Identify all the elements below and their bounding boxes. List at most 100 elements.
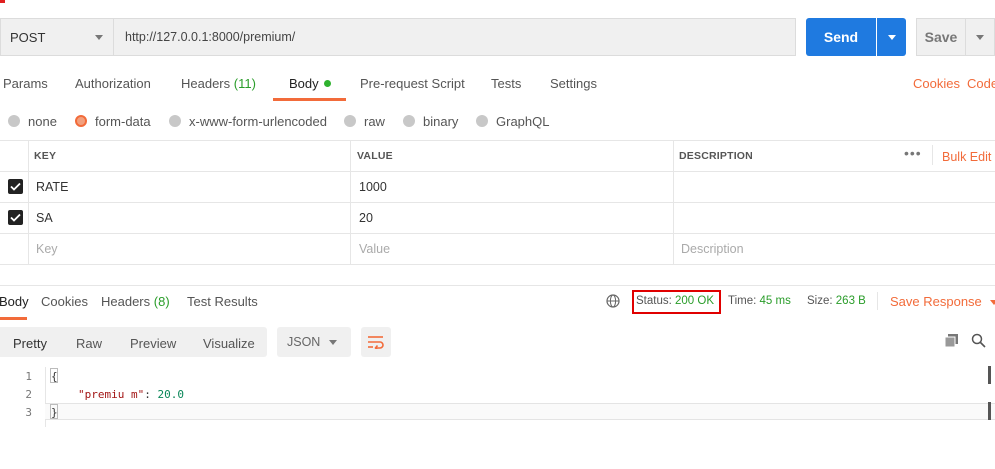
- method-select[interactable]: POST: [0, 18, 113, 56]
- view-visualize-button[interactable]: Visualize: [203, 336, 255, 351]
- url-text: http://127.0.0.1:8000/premium/: [125, 30, 296, 44]
- active-line-highlight: [45, 403, 995, 420]
- new-key-input[interactable]: Key: [36, 242, 58, 256]
- radio-binary[interactable]: binary: [403, 113, 458, 129]
- status-label: Status:: [636, 295, 672, 307]
- tab-tests[interactable]: Tests: [491, 76, 521, 91]
- method-label: POST: [10, 29, 46, 45]
- table-row-divider: [0, 202, 995, 203]
- radio-graphql[interactable]: GraphQL: [476, 113, 549, 129]
- column-header-value: VALUE: [357, 150, 393, 162]
- body-indicator-dot: [323, 80, 331, 88]
- chevron-down-icon: [329, 340, 337, 345]
- tab-authorization[interactable]: Authorization: [75, 76, 151, 91]
- save-response-button[interactable]: Save Response: [890, 294, 995, 309]
- param-value-cell[interactable]: 1000: [359, 180, 387, 194]
- table-border-bottom: [0, 264, 995, 265]
- tab-headers[interactable]: Headers (11): [181, 76, 256, 91]
- bulk-edit-link[interactable]: Bulk Edit: [942, 150, 991, 164]
- radio-binary-label: binary: [423, 113, 459, 129]
- radio-none-label: none: [28, 113, 57, 129]
- save-options-button[interactable]: [965, 18, 995, 56]
- table-header-divider: [0, 171, 995, 172]
- response-size: Size: 263 B: [807, 295, 866, 307]
- tab-headers-label: Headers: [181, 76, 231, 91]
- table-header-separator: [932, 145, 933, 165]
- table-column-divider: [350, 140, 351, 264]
- chevron-down-icon: [976, 34, 984, 40]
- tab-body[interactable]: Body: [289, 76, 331, 91]
- tab-params[interactable]: Params: [3, 76, 48, 91]
- tab-body-label: Body: [289, 76, 319, 91]
- tab-headers-count: (11): [233, 76, 256, 91]
- checkmark-icon: [10, 213, 21, 222]
- radio-icon: [476, 115, 488, 127]
- save-response-label: Save Response: [890, 294, 982, 309]
- cookies-link[interactable]: Cookies: [913, 76, 960, 91]
- radio-urlencoded[interactable]: x-www-form-urlencoded: [169, 113, 327, 129]
- size-value: 263 B: [835, 295, 866, 307]
- new-value-input[interactable]: Value: [359, 242, 390, 256]
- radio-none[interactable]: none: [8, 113, 57, 129]
- time-value: 45 ms: [759, 295, 791, 307]
- radio-form-data[interactable]: form-data: [75, 113, 151, 129]
- view-preview-button[interactable]: Preview: [130, 336, 176, 351]
- table-column-divider: [28, 140, 29, 264]
- column-header-description: DESCRIPTION: [679, 150, 753, 162]
- scrollbar-thumb[interactable]: [988, 366, 991, 384]
- response-divider: [0, 285, 995, 286]
- radio-icon: [403, 115, 415, 127]
- url-input[interactable]: http://127.0.0.1:8000/premium/: [113, 18, 796, 56]
- globe-icon[interactable]: [606, 294, 620, 311]
- column-header-key: KEY: [34, 150, 57, 162]
- row-enabled-checkbox[interactable]: [8, 179, 23, 194]
- checkmark-icon: [10, 182, 21, 191]
- response-tab-test-results[interactable]: Test Results: [187, 294, 258, 309]
- wrap-lines-button[interactable]: [361, 327, 391, 357]
- save-button[interactable]: Save: [916, 18, 965, 56]
- chevron-down-icon: [95, 35, 103, 40]
- radio-icon: [169, 115, 181, 127]
- send-button[interactable]: Send: [806, 18, 876, 56]
- tab-settings[interactable]: Settings: [550, 76, 597, 91]
- line-number: 2: [25, 388, 32, 401]
- radio-urlencoded-label: x-www-form-urlencoded: [189, 113, 327, 129]
- view-pretty-button[interactable]: Pretty: [13, 336, 47, 351]
- time-label: Time:: [728, 295, 757, 307]
- row-enabled-checkbox[interactable]: [8, 210, 23, 225]
- wrap-icon: [368, 336, 384, 349]
- json-key: "premiu m": [78, 388, 145, 401]
- scrollbar-thumb[interactable]: [988, 402, 991, 420]
- radio-icon: [344, 115, 356, 127]
- table-column-divider: [673, 140, 674, 264]
- radio-raw-label: raw: [364, 113, 385, 129]
- radio-icon: [8, 115, 20, 127]
- tab-pre-request-script[interactable]: Pre-request Script: [360, 76, 465, 91]
- radio-raw[interactable]: raw: [344, 113, 385, 129]
- code-line: "premiu m": 20.0: [78, 388, 184, 401]
- active-tab-indicator: [273, 98, 346, 101]
- param-key-cell[interactable]: RATE: [36, 180, 68, 194]
- bracket-match-highlight: [50, 368, 58, 383]
- table-row-divider: [0, 233, 995, 234]
- new-description-input[interactable]: Description: [681, 242, 744, 256]
- radio-graphql-label: GraphQL: [496, 113, 550, 129]
- response-tab-body[interactable]: Body: [0, 294, 29, 309]
- more-options-icon[interactable]: •••: [904, 145, 922, 161]
- view-raw-button[interactable]: Raw: [76, 336, 102, 351]
- format-label: JSON: [287, 335, 321, 349]
- table-border-top: [0, 140, 995, 141]
- param-key-cell[interactable]: SA: [36, 211, 53, 225]
- json-separator: :: [144, 388, 158, 401]
- response-tab-cookies[interactable]: Cookies: [41, 294, 88, 309]
- send-options-button[interactable]: [877, 18, 906, 56]
- chevron-down-icon: [887, 34, 896, 40]
- radio-form-data-label: form-data: [95, 113, 151, 129]
- param-value-cell[interactable]: 20: [359, 211, 373, 225]
- search-icon[interactable]: [971, 333, 986, 351]
- active-response-tab-indicator: [0, 317, 27, 320]
- response-tab-headers[interactable]: Headers (8): [101, 294, 170, 309]
- format-select[interactable]: JSON: [277, 327, 351, 357]
- copy-icon[interactable]: [944, 333, 959, 351]
- code-link[interactable]: Code: [967, 76, 995, 91]
